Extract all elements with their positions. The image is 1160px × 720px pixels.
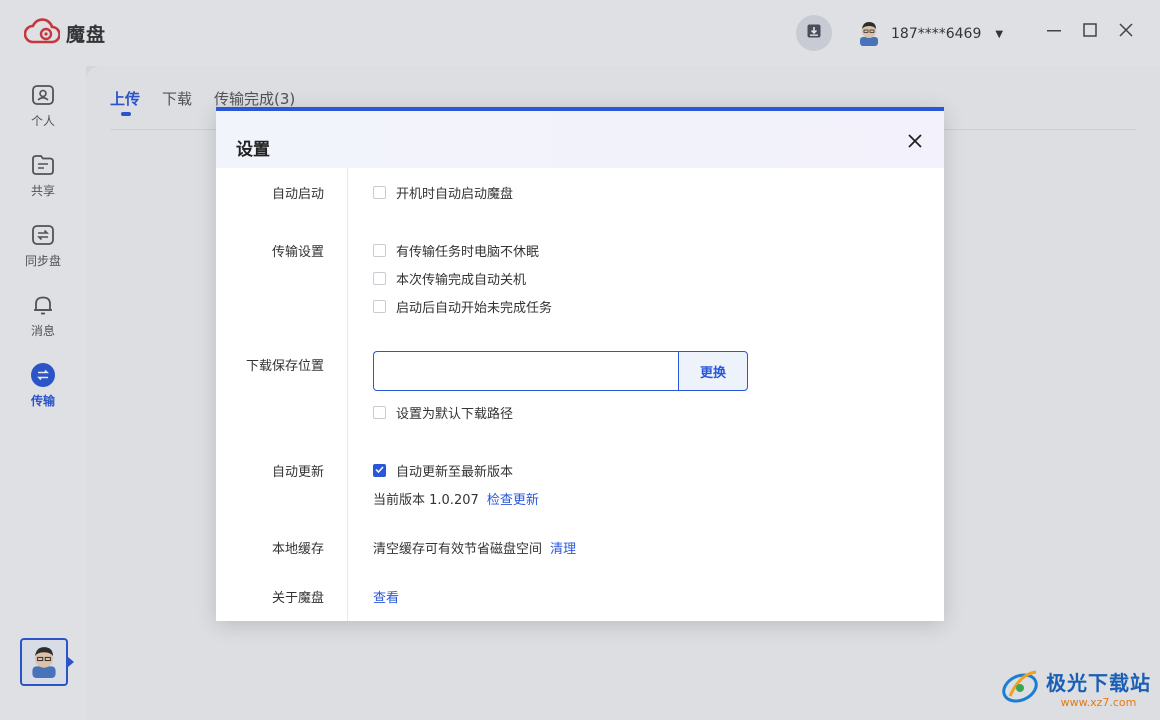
dialog-title: 设置 xyxy=(236,140,270,160)
dialog-column-divider xyxy=(347,168,348,621)
version-line: 当前版本 1.0.207 检查更新 xyxy=(373,489,539,508)
auto-update-checkbox[interactable] xyxy=(373,464,386,477)
no-sleep-option[interactable]: 有传输任务时电脑不休眠 xyxy=(373,241,539,260)
version-text: 当前版本 1.0.207 xyxy=(373,493,479,508)
autostart-label: 自动启动 xyxy=(271,187,324,202)
option-text: 本次传输完成自动关机 xyxy=(396,273,527,288)
autostart-checkbox[interactable] xyxy=(373,186,386,199)
clear-cache-link[interactable]: 清理 xyxy=(550,542,576,557)
cache-label: 本地缓存 xyxy=(271,542,324,557)
about-line: 查看 xyxy=(373,587,399,606)
default-path-checkbox[interactable] xyxy=(373,406,386,419)
option-text: 自动更新至最新版本 xyxy=(396,465,514,480)
close-icon xyxy=(908,133,922,152)
watermark-logo-icon xyxy=(1000,666,1042,710)
about-label: 关于魔盘 xyxy=(271,591,324,606)
auto-update-label: 自动更新 xyxy=(271,465,324,480)
check-update-link[interactable]: 检查更新 xyxy=(487,493,539,508)
checkmark-icon xyxy=(375,463,384,478)
dialog-close-button[interactable] xyxy=(906,133,924,151)
watermark: 极光下载站 www.xz7.com xyxy=(1000,666,1151,710)
default-path-option[interactable]: 设置为默认下载路径 xyxy=(373,403,513,422)
watermark-title: 极光下载站 xyxy=(1046,671,1151,695)
settings-dialog: 设置 自动启动 开机时自动启动魔盘 传输设置 有传输任务时电脑不休眠 本次传输完… xyxy=(216,107,944,621)
download-path-input[interactable] xyxy=(373,351,679,391)
auto-shutdown-checkbox[interactable] xyxy=(373,272,386,285)
option-text: 开机时自动启动魔盘 xyxy=(396,187,514,202)
view-about-link[interactable]: 查看 xyxy=(373,591,399,606)
transfer-settings-label: 传输设置 xyxy=(271,245,324,260)
watermark-url: www.xz7.com xyxy=(1060,696,1137,709)
download-location-label: 下载保存位置 xyxy=(245,359,324,374)
autostart-option[interactable]: 开机时自动启动魔盘 xyxy=(373,183,513,202)
resume-tasks-checkbox[interactable] xyxy=(373,300,386,313)
auto-update-option[interactable]: 自动更新至最新版本 xyxy=(373,461,513,480)
resume-tasks-option[interactable]: 启动后自动开始未完成任务 xyxy=(373,297,552,316)
cache-line: 清空缓存可有效节省磁盘空间 清理 xyxy=(373,538,576,557)
change-path-button[interactable]: 更换 xyxy=(678,351,748,391)
no-sleep-checkbox[interactable] xyxy=(373,244,386,257)
cache-text: 清空缓存可有效节省磁盘空间 xyxy=(373,542,543,557)
dialog-header: 设置 xyxy=(216,111,944,168)
auto-shutdown-option[interactable]: 本次传输完成自动关机 xyxy=(373,269,526,288)
watermark-text: 极光下载站 www.xz7.com xyxy=(1046,667,1151,709)
option-text: 设置为默认下载路径 xyxy=(396,407,514,422)
option-text: 启动后自动开始未完成任务 xyxy=(396,301,553,316)
option-text: 有传输任务时电脑不休眠 xyxy=(396,245,540,260)
